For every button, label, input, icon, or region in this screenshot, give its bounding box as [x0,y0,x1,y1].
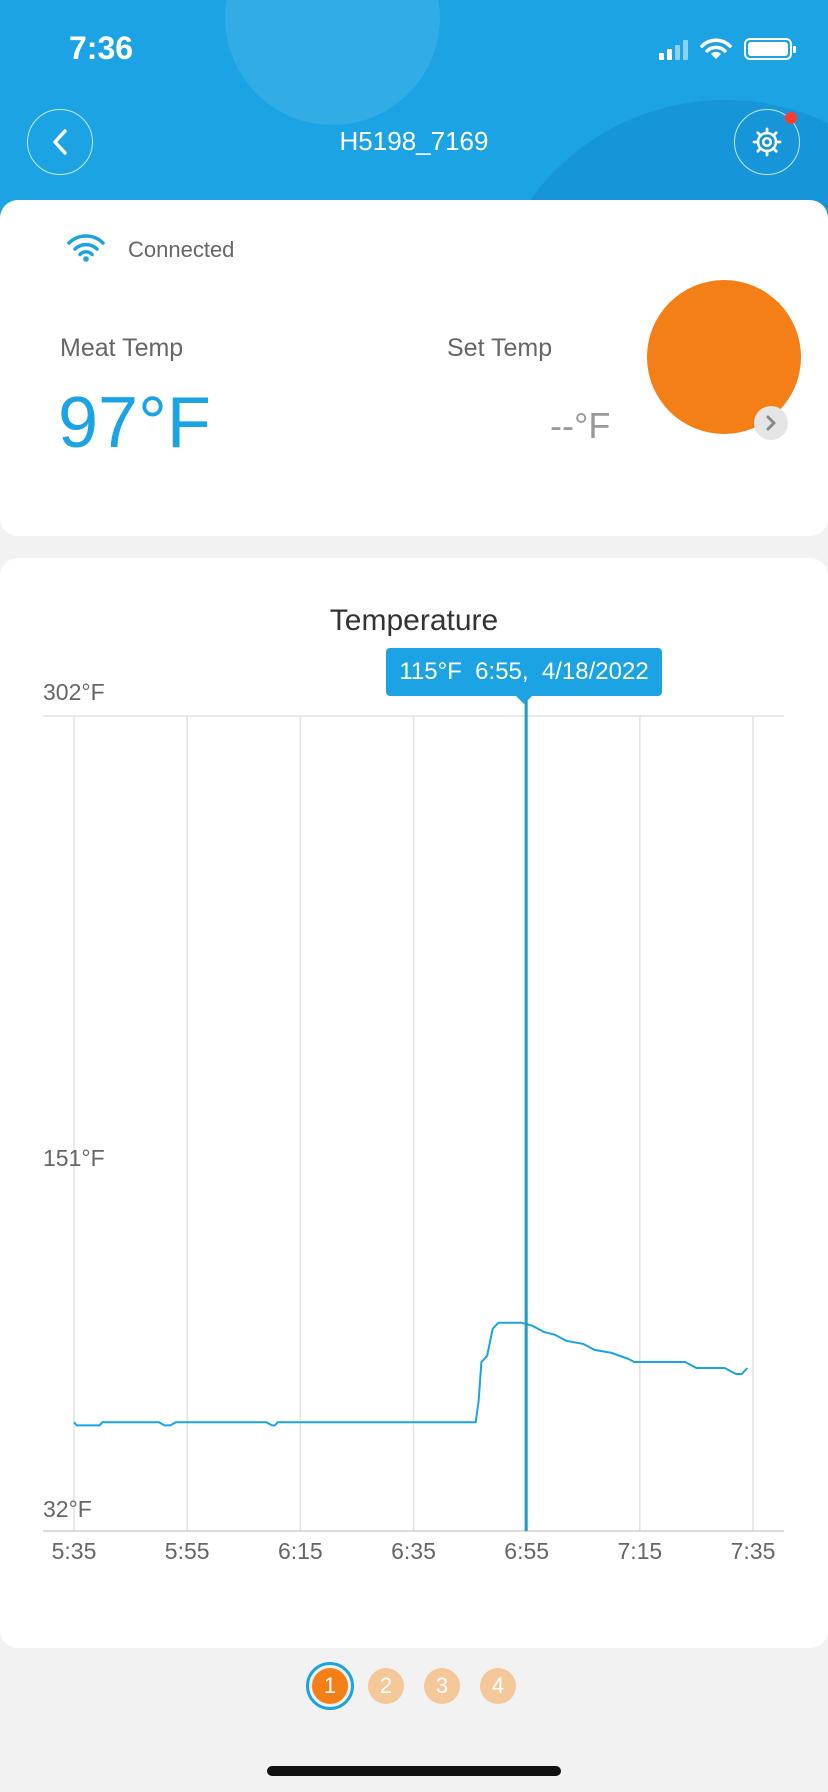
meat-temp-label: Meat Temp [60,334,184,362]
chevron-right-icon [766,415,776,431]
wifi-connected-icon [67,234,105,262]
page-dot-1[interactable]: 1 [306,1662,354,1710]
wifi-icon [700,38,732,59]
status-time: 7:36 [69,30,134,66]
set-temp-button[interactable] [754,406,788,440]
temperature-chart[interactable]: 5:35 5:55 6:15 6:35 6:55 7:15 7:35 302°F 151°F 32… [0,640,828,1580]
y-tick-label: 32°F [43,1496,92,1522]
page-dot-4[interactable]: 4 [480,1668,516,1704]
y-tick-label: 302°F [43,679,105,705]
pager: 1234 [0,1662,828,1710]
chart-title: Temperature [329,604,499,637]
chart-tooltip: 115°F 6:55, 4/18/2022 [386,648,662,704]
gear-icon [752,127,782,157]
x-tick-label: 6:35 [391,1538,436,1564]
x-tick-label: 6:55 [504,1538,549,1564]
set-temp-value[interactable]: --°F [550,405,610,447]
battery-icon [744,38,796,60]
home-indicator [267,1766,561,1776]
status-bar: 7:36 [0,0,828,100]
page-dot-2[interactable]: 2 [368,1668,404,1704]
connection-status: Connected [128,237,235,262]
x-tick-label: 5:55 [165,1538,210,1564]
y-tick-label: 151°F [43,1145,105,1171]
x-tick-label: 7:35 [731,1538,776,1564]
cellular-signal-icon [659,38,688,60]
x-tick-label: 6:15 [278,1538,323,1564]
page-dot-3[interactable]: 3 [424,1668,460,1704]
probe-number: 1 [713,210,735,252]
settings-button[interactable] [734,109,800,175]
set-temp-label: Set Temp [447,334,553,362]
x-tick-label: 7:15 [617,1538,662,1564]
status-icons [659,34,796,64]
meat-temp-value: 97°F [58,383,211,463]
page-title: H5198_7169 [339,126,489,156]
x-tick-label: 5:35 [52,1538,97,1564]
temperature-series-line [73,1321,749,1427]
notification-dot [785,112,797,124]
